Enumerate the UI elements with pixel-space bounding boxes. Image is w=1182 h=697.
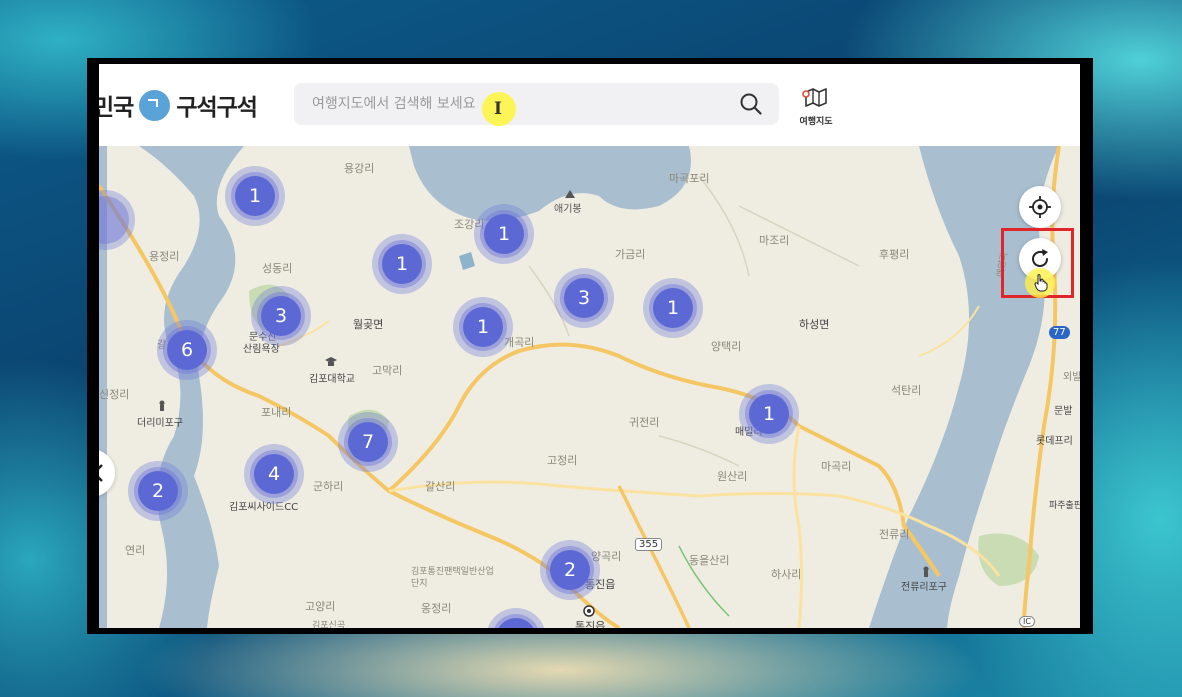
cluster-marker[interactable]: 3 [251, 286, 311, 346]
cluster-count: 1 [382, 244, 422, 284]
place-label: 하성면 [799, 318, 830, 331]
place-label: 김포신곡 [312, 621, 346, 628]
place-label: 문발 [1054, 406, 1073, 417]
road-shield: 355 [635, 538, 663, 551]
place-label: 원산리 [717, 470, 748, 483]
current-location-button[interactable] [1019, 186, 1061, 228]
cluster-count: 1 [484, 214, 524, 254]
place-label: 군하리 [313, 480, 344, 493]
port-icon [923, 566, 929, 577]
cluster-marker[interactable]: 1 [486, 608, 546, 628]
text-cursor-icon: I [494, 99, 502, 119]
search-bar [294, 83, 779, 125]
place-label: 마곡리 [821, 460, 852, 473]
place-label: 김포대학교 [309, 374, 355, 385]
place-label: 포내리 [261, 406, 292, 419]
hand-pointer-icon [1034, 274, 1048, 292]
place-label: 애기봉 [554, 204, 582, 215]
cluster-count: 7 [348, 422, 388, 462]
cluster-marker[interactable]: 2 [128, 461, 188, 521]
place-label: 월곶면 [353, 318, 384, 331]
cluster-marker[interactable]: 2 [540, 540, 600, 600]
river-bay [409, 146, 691, 221]
cluster-marker[interactable]: 1 [474, 204, 534, 264]
cluster-count: 6 [167, 330, 207, 370]
place-label: 갈산리 [425, 480, 456, 493]
place-label: 마곡포리 [669, 172, 710, 185]
place-label: 마조리 [759, 234, 790, 247]
travel-map-button[interactable]: 여행지도 [794, 86, 838, 127]
place-label: 귀전리 [629, 416, 660, 429]
place-label: 동을산리 [689, 554, 730, 567]
place-label: 김포통진팬택일반산업단지 [411, 567, 494, 589]
cluster-marker[interactable] [99, 190, 135, 250]
chevron-left-icon [99, 464, 103, 482]
cluster-marker[interactable]: 1 [225, 166, 285, 226]
place-label: 옹정리 [421, 602, 452, 615]
road-shield: 77 [1049, 326, 1070, 339]
logo-text-left: 민국 [99, 95, 134, 121]
place-label: 가금리 [615, 248, 646, 261]
cluster-marker[interactable]: 1 [643, 278, 703, 338]
travel-map-page: 민국 구석구석 I 여행지도 [99, 64, 1080, 628]
place-label: 연리 [125, 544, 146, 557]
place-label: 롯데프리 [1036, 436, 1073, 447]
place-label: 전류리포구 [901, 582, 947, 593]
crosshair-icon [1029, 196, 1051, 218]
place-label: 통진읍 [575, 620, 606, 628]
site-header: 민국 구석구석 I 여행지도 [99, 64, 1080, 146]
port-icon [159, 400, 165, 411]
cluster-marker[interactable]: 4 [244, 444, 304, 504]
place-label: 더리미포구 [137, 418, 183, 429]
cluster-count: 1 [653, 288, 693, 328]
cluster-count: 2 [550, 550, 590, 590]
cluster-count: 2 [138, 471, 178, 511]
place-label: 파주출판도시 [1049, 501, 1080, 511]
place-label: 용강리 [344, 162, 375, 175]
cluster-count: 3 [261, 296, 301, 336]
place-label: 석탄리 [891, 384, 922, 397]
place-label: 고양리 [305, 600, 336, 613]
place-label: 고정리 [547, 454, 578, 467]
travel-map-label: 여행지도 [799, 117, 833, 127]
place-label: 외발 [1063, 372, 1080, 383]
cluster-marker[interactable]: 1 [372, 234, 432, 294]
logo-text-right: 구석구석 [176, 95, 258, 121]
cluster-count: 1 [235, 176, 275, 216]
place-label: 신정리 [99, 388, 130, 401]
place-label: 성동리 [262, 262, 293, 275]
folded-map-icon [802, 88, 827, 107]
cluster-count: 4 [254, 454, 294, 494]
place-label: 하사리 [771, 568, 802, 581]
place-label: 전류리 [879, 528, 910, 541]
cluster-marker[interactable]: 1 [739, 384, 799, 444]
road-shield: IC [1019, 616, 1035, 627]
town-hall-icon [583, 605, 595, 617]
cluster-count: 1 [749, 394, 789, 434]
cluster-count: 3 [564, 278, 604, 318]
school-icon [325, 357, 337, 366]
place-label: 후평리 [879, 248, 910, 261]
place-label: 고막리 [372, 364, 403, 377]
place-label: 용정리 [149, 250, 180, 263]
cluster-marker[interactable]: 6 [157, 320, 217, 380]
map-canvas[interactable]: 용강리 애기봉 마곡포리 조강리 용정리 성동리 가금리 마조리 후평리 월곶면… [99, 146, 1080, 628]
place-label: 양택리 [711, 340, 742, 353]
logo-mark-icon [139, 89, 171, 121]
cluster-marker[interactable]: 3 [554, 268, 614, 328]
cluster-marker[interactable]: 7 [338, 412, 398, 472]
site-logo[interactable]: 민국 구석구석 [99, 88, 258, 122]
cluster-marker[interactable]: 1 [453, 297, 513, 357]
cluster-count: 1 [463, 307, 503, 347]
mountain-peak-icon [565, 190, 575, 198]
search-icon[interactable] [739, 92, 763, 116]
